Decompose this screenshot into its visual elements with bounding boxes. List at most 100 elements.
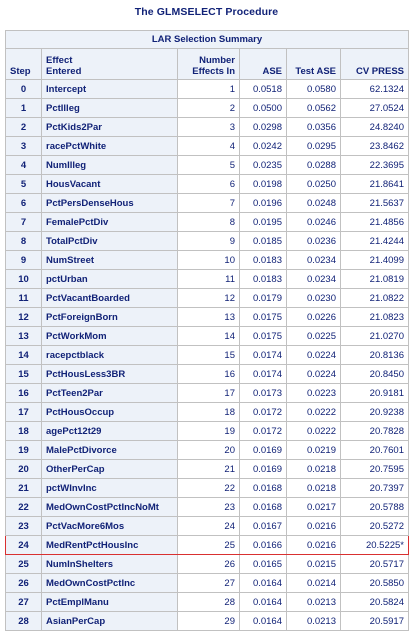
number-effects-in-cell: 4 — [177, 136, 240, 156]
ase-cell: 0.0168 — [239, 497, 287, 517]
cv-press-cell: 21.8641 — [340, 174, 409, 194]
table-row: 27 PctEmplManu 28 0.0164 0.0213 20.5824 — [5, 592, 409, 612]
cv-press-cell: 27.0524 — [340, 98, 409, 118]
number-effects-in-cell: 3 — [177, 117, 240, 137]
test-ase-cell: 0.0223 — [286, 383, 341, 403]
effect-entered-cell: MedRentPctHousInc — [41, 535, 178, 555]
step-cell: 17 — [5, 402, 42, 422]
number-effects-in-cell: 24 — [177, 516, 240, 536]
ase-cell: 0.0500 — [239, 98, 287, 118]
test-ase-cell: 0.0218 — [286, 478, 341, 498]
test-ase-cell: 0.0217 — [286, 497, 341, 517]
number-effects-in-cell: 19 — [177, 421, 240, 441]
test-ase-cell: 0.0224 — [286, 345, 341, 365]
effect-entered-cell: PctHousOccup — [41, 402, 178, 422]
number-effects-in-cell: 25 — [177, 535, 240, 555]
number-effects-in-cell: 22 — [177, 478, 240, 498]
step-cell: 26 — [5, 573, 42, 593]
cv-press-cell: 20.7828 — [340, 421, 409, 441]
cv-press-cell: 22.3695 — [340, 155, 409, 175]
ase-cell: 0.0235 — [239, 155, 287, 175]
ase-cell: 0.0195 — [239, 212, 287, 232]
number-effects-in-cell: 29 — [177, 611, 240, 631]
cv-press-cell: 62.1324 — [340, 79, 409, 99]
cv-press-cell: 20.5272 — [340, 516, 409, 536]
step-cell: 15 — [5, 364, 42, 384]
number-effects-in-cell: 7 — [177, 193, 240, 213]
table-row: 3 racePctWhite 4 0.0242 0.0295 23.8462 — [5, 136, 409, 156]
number-effects-in-cell: 11 — [177, 269, 240, 289]
step-cell: 28 — [5, 611, 42, 631]
ase-cell: 0.0173 — [239, 383, 287, 403]
cv-press-cell: 21.0819 — [340, 269, 409, 289]
effect-entered-cell: AsianPerCap — [41, 611, 178, 631]
cv-press-cell: 24.8240 — [340, 117, 409, 137]
number-effects-in-cell: 21 — [177, 459, 240, 479]
table-row: 28 AsianPerCap 29 0.0164 0.0213 20.5917 — [5, 611, 409, 631]
step-cell: 21 — [5, 478, 42, 498]
test-ase-cell: 0.0215 — [286, 554, 341, 574]
step-cell: 19 — [5, 440, 42, 460]
number-effects-in-cell: 14 — [177, 326, 240, 346]
test-ase-cell: 0.0214 — [286, 573, 341, 593]
ase-cell: 0.0242 — [239, 136, 287, 156]
test-ase-cell: 0.0230 — [286, 288, 341, 308]
table-row: 18 agePct12t29 19 0.0172 0.0222 20.7828 — [5, 421, 409, 441]
table-row: 17 PctHousOccup 18 0.0172 0.0222 20.9238 — [5, 402, 409, 422]
table-row: 5 HousVacant 6 0.0198 0.0250 21.8641 — [5, 174, 409, 194]
column-header-effect-line1: Effect — [46, 55, 73, 66]
test-ase-cell: 0.0216 — [286, 516, 341, 536]
step-cell: 2 — [5, 117, 42, 137]
step-cell: 8 — [5, 231, 42, 251]
number-effects-in-cell: 2 — [177, 98, 240, 118]
table-row: 14 racepctblack 15 0.0174 0.0224 20.8136 — [5, 345, 409, 365]
cv-press-cell: 23.8462 — [340, 136, 409, 156]
ase-cell: 0.0169 — [239, 440, 287, 460]
cv-press-cell: 20.7595 — [340, 459, 409, 479]
step-cell: 23 — [5, 516, 42, 536]
number-effects-in-cell: 5 — [177, 155, 240, 175]
test-ase-cell: 0.0222 — [286, 421, 341, 441]
number-effects-in-cell: 13 — [177, 307, 240, 327]
table-caption: LAR Selection Summary — [5, 30, 409, 49]
ase-cell: 0.0196 — [239, 193, 287, 213]
effect-entered-cell: PctTeen2Par — [41, 383, 178, 403]
effect-entered-cell: PctHousLess3BR — [41, 364, 178, 384]
ase-cell: 0.0172 — [239, 402, 287, 422]
cv-press-cell: 21.4099 — [340, 250, 409, 270]
cv-press-cell: 21.5637 — [340, 193, 409, 213]
effect-entered-cell: PctEmplManu — [41, 592, 178, 612]
table-row: 16 PctTeen2Par 17 0.0173 0.0223 20.9181 — [5, 383, 409, 403]
table-row: 2 PctKids2Par 3 0.0298 0.0356 24.8240 — [5, 117, 409, 137]
effect-entered-cell: PctKids2Par — [41, 117, 178, 137]
number-effects-in-cell: 12 — [177, 288, 240, 308]
step-cell: 9 — [5, 250, 42, 270]
table-row: 0 Intercept 1 0.0518 0.0580 62.1324 — [5, 79, 409, 99]
effect-entered-cell: NumIlleg — [41, 155, 178, 175]
test-ase-cell: 0.0213 — [286, 611, 341, 631]
effect-entered-cell: racePctWhite — [41, 136, 178, 156]
number-effects-in-cell: 6 — [177, 174, 240, 194]
effect-entered-cell: PctVacantBoarded — [41, 288, 178, 308]
step-cell: 20 — [5, 459, 42, 479]
column-header-ase: ASE — [239, 48, 287, 80]
test-ase-cell: 0.0234 — [286, 250, 341, 270]
table-row: 26 MedOwnCostPctInc 27 0.0164 0.0214 20.5850 — [5, 573, 409, 593]
table-row: 21 pctWInvInc 22 0.0168 0.0218 20.7397 — [5, 478, 409, 498]
ase-cell: 0.0198 — [239, 174, 287, 194]
step-cell: 1 — [5, 98, 42, 118]
test-ase-cell: 0.0248 — [286, 193, 341, 213]
step-cell: 12 — [5, 307, 42, 327]
cv-press-cell: 20.5788 — [340, 497, 409, 517]
effect-entered-cell: agePct12t29 — [41, 421, 178, 441]
table-row: 15 PctHousLess3BR 16 0.0174 0.0224 20.8450 — [5, 364, 409, 384]
cv-press-cell: 20.5225* — [340, 535, 409, 555]
step-cell: 27 — [5, 592, 42, 612]
test-ase-cell: 0.0246 — [286, 212, 341, 232]
step-cell: 13 — [5, 326, 42, 346]
ase-cell: 0.0174 — [239, 345, 287, 365]
ase-cell: 0.0169 — [239, 459, 287, 479]
effect-entered-cell: HousVacant — [41, 174, 178, 194]
cv-press-cell: 20.8450 — [340, 364, 409, 384]
effect-entered-cell: MalePctDivorce — [41, 440, 178, 460]
